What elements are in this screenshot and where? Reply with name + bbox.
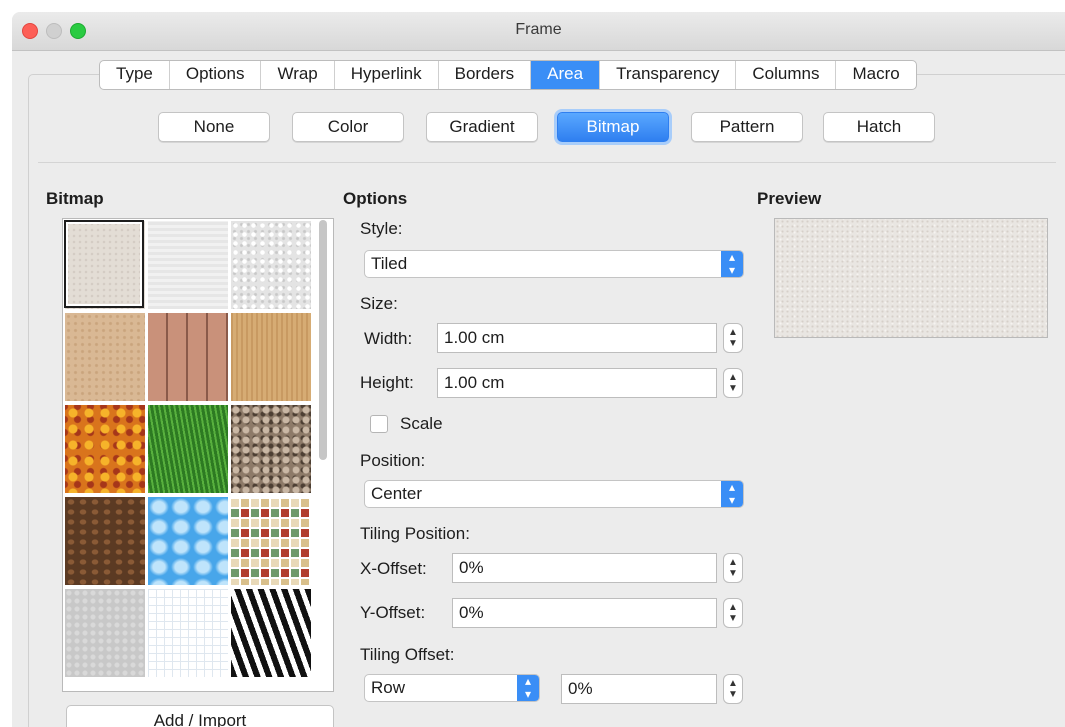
style-label: Style: (360, 219, 403, 238)
add-import-button[interactable]: Add / Import (66, 705, 334, 727)
updown-chevron-icon: ▴ ▾ (721, 251, 743, 277)
frame-dialog: Frame Type Options Wrap Hyperlink Border… (12, 12, 1065, 727)
tab-bar: Type Options Wrap Hyperlink Borders Area… (99, 60, 917, 90)
tiling-offset-mode-select[interactable]: Row ▴ ▾ (364, 674, 540, 702)
title-bar[interactable]: Frame (12, 12, 1065, 51)
fill-gradient-button[interactable]: Gradient (426, 112, 538, 142)
tab-borders[interactable]: Borders (439, 61, 532, 89)
tab-columns[interactable]: Columns (736, 61, 837, 89)
width-field[interactable]: 1.00 cm (437, 323, 717, 353)
tab-wrap[interactable]: Wrap (261, 61, 335, 89)
width-stepper[interactable]: ▲ ▼ (723, 323, 743, 353)
position-select-value: Center (371, 484, 423, 503)
updown-chevron-icon: ▴ ▾ (517, 675, 539, 701)
x-offset-label: X-Offset: (360, 559, 427, 578)
bitmap-tile-clouds[interactable] (148, 497, 228, 585)
tab-area[interactable]: Area (531, 61, 601, 89)
scale-checkbox[interactable] (370, 415, 388, 433)
tiling-offset-stepper[interactable]: ▲ ▼ (723, 674, 743, 704)
tiling-offset-field[interactable]: 0% (561, 674, 717, 704)
fill-hatch-button[interactable]: Hatch (823, 112, 935, 142)
bitmap-tile-mosaic[interactable] (231, 497, 311, 585)
position-label: Position: (360, 451, 426, 470)
tab-hyperlink[interactable]: Hyperlink (335, 61, 439, 89)
updown-chevron-icon: ▴ ▾ (721, 481, 743, 507)
style-select[interactable]: Tiled ▴ ▾ (364, 250, 744, 278)
gallery-scrollbar[interactable] (319, 220, 327, 460)
fill-bitmap-button[interactable]: Bitmap (557, 112, 669, 142)
y-offset-label: Y-Offset: (360, 603, 426, 622)
bitmap-tile-zebra[interactable] (231, 589, 311, 677)
x-offset-field[interactable]: 0% (452, 553, 717, 583)
y-offset-field[interactable]: 0% (452, 598, 717, 628)
tab-macro[interactable]: Macro (836, 61, 915, 89)
bitmap-tile-grid-paper[interactable] (148, 589, 228, 677)
tiling-offset-label: Tiling Offset: (360, 645, 455, 664)
scale-label: Scale (400, 414, 443, 433)
fill-none-button[interactable]: None (158, 112, 270, 142)
height-stepper[interactable]: ▲ ▼ (723, 368, 743, 398)
bitmap-tile-maple-leaves[interactable] (65, 405, 145, 493)
bitmap-tile-parchment[interactable] (65, 313, 145, 401)
width-label: Width: (364, 329, 413, 348)
bitmap-heading: Bitmap (46, 189, 104, 208)
section-divider (38, 162, 1056, 163)
size-label: Size: (360, 294, 398, 313)
fill-color-button[interactable]: Color (292, 112, 404, 142)
bitmap-tile-paper-crumpled[interactable] (231, 221, 311, 309)
tab-transparency[interactable]: Transparency (600, 61, 737, 89)
height-label: Height: (360, 373, 414, 392)
bitmap-tile-concrete[interactable] (65, 589, 145, 677)
x-offset-stepper[interactable]: ▲ ▼ (723, 553, 743, 583)
window-title: Frame (515, 21, 562, 38)
tiling-position-label: Tiling Position: (360, 524, 470, 543)
bitmap-tile-paper-texture[interactable] (148, 221, 228, 309)
height-field[interactable]: 1.00 cm (437, 368, 717, 398)
tiling-offset-mode-value: Row (371, 678, 406, 697)
preview-heading: Preview (757, 189, 822, 208)
position-select[interactable]: Center ▴ ▾ (364, 480, 744, 508)
tab-options[interactable]: Options (170, 61, 262, 89)
bitmap-tile-grass[interactable] (148, 405, 228, 493)
bitmap-tile-pebbles[interactable] (231, 405, 311, 493)
selected-bitmap-frame (64, 220, 144, 308)
bitmap-tile-cardboard[interactable] (231, 313, 311, 401)
y-offset-stepper[interactable]: ▲ ▼ (723, 598, 743, 628)
tab-type[interactable]: Type (100, 61, 170, 89)
fill-pattern-button[interactable]: Pattern (691, 112, 803, 142)
preview-box (774, 218, 1048, 338)
options-heading: Options (343, 189, 408, 208)
bitmap-tile-wood-planks[interactable] (148, 313, 228, 401)
bitmap-tile-coffee-beans[interactable] (65, 497, 145, 585)
style-select-value: Tiled (371, 254, 408, 273)
